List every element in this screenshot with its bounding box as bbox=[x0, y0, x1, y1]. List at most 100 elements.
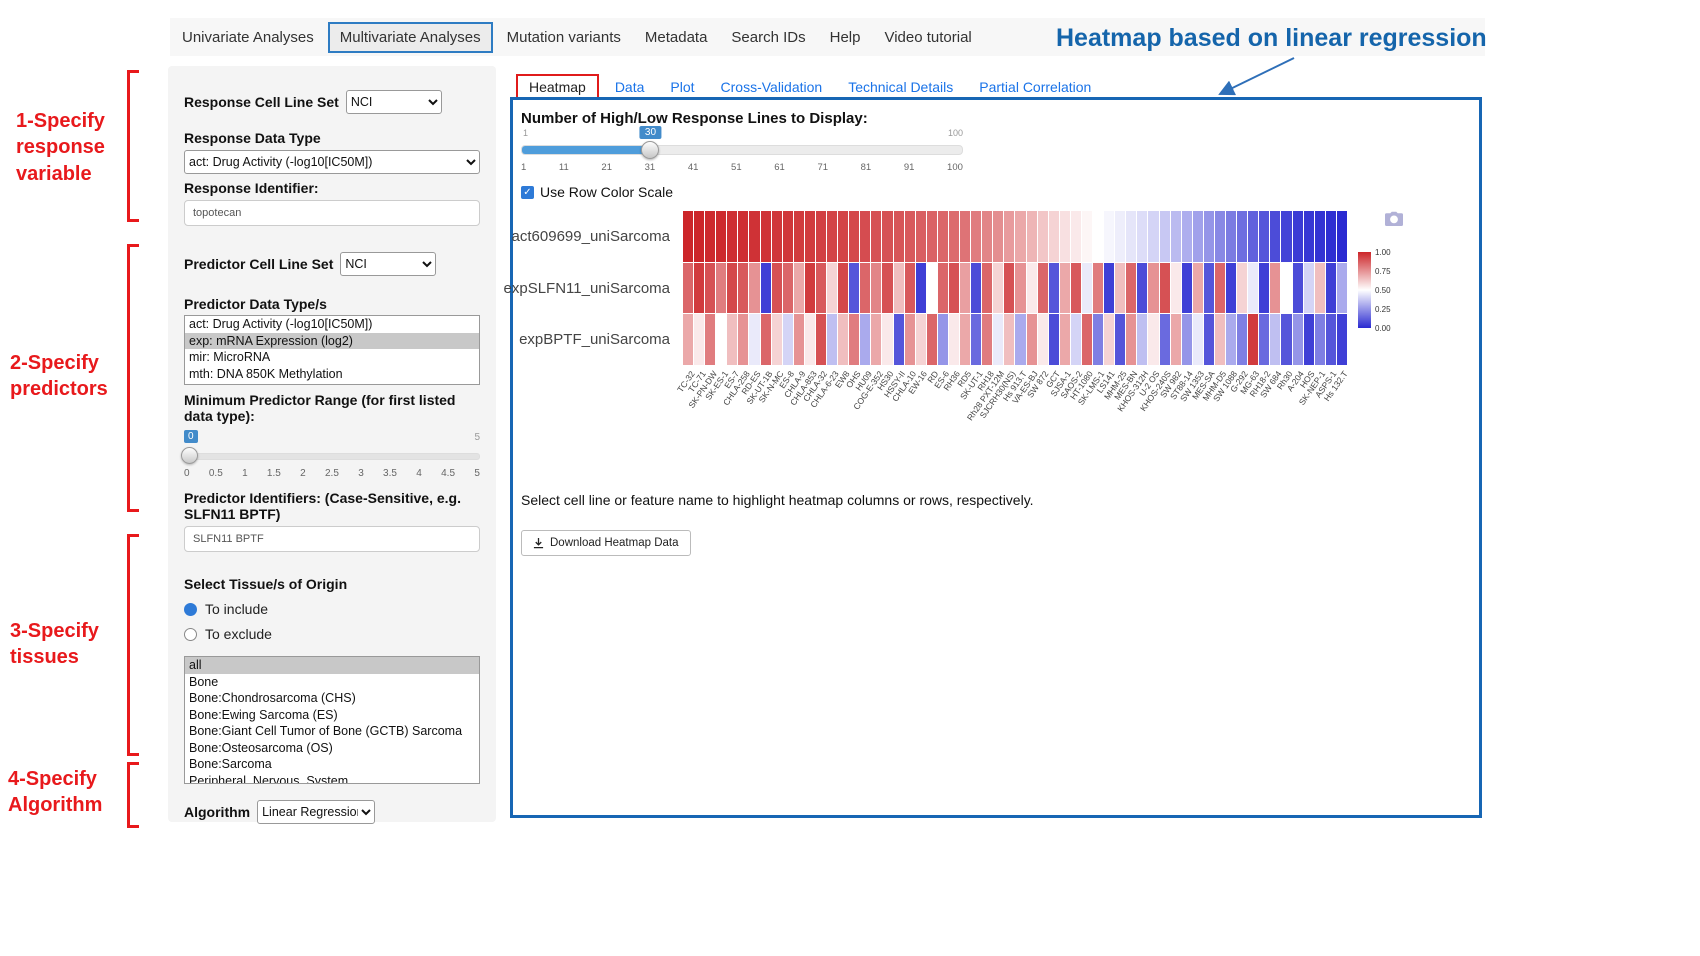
heatmap-cell[interactable] bbox=[1193, 314, 1203, 365]
heatmap-cell[interactable] bbox=[1093, 211, 1103, 262]
heatmap-cell[interactable] bbox=[1171, 263, 1181, 314]
heatmap-cell[interactable] bbox=[1315, 263, 1325, 314]
heatmap-cell[interactable] bbox=[783, 314, 793, 365]
heatmap-cell[interactable] bbox=[1126, 314, 1136, 365]
tissue-option[interactable]: Bone:Chondrosarcoma (CHS) bbox=[185, 690, 479, 707]
heatmap-cell[interactable] bbox=[772, 211, 782, 262]
heatmap-cell[interactable] bbox=[1337, 211, 1347, 262]
predictor-data-type-option[interactable]: act: Drug Activity (-log10[IC50M]) bbox=[185, 316, 479, 333]
heatmap-cell[interactable] bbox=[827, 211, 837, 262]
heatmap-cell[interactable] bbox=[916, 314, 926, 365]
tissue-option[interactable]: Bone:Giant Cell Tumor of Bone (GCTB) Sar… bbox=[185, 723, 479, 740]
heatmap-cell[interactable] bbox=[1171, 211, 1181, 262]
heatmap-cell[interactable] bbox=[1038, 263, 1048, 314]
heatmap-cell[interactable] bbox=[1182, 263, 1192, 314]
heatmap-cell[interactable] bbox=[1082, 263, 1092, 314]
heatmap-cell[interactable] bbox=[1015, 314, 1025, 365]
heatmap-cell[interactable] bbox=[827, 263, 837, 314]
heatmap-cell[interactable] bbox=[982, 211, 992, 262]
heatmap-cell[interactable] bbox=[1104, 211, 1114, 262]
heatmap-cell[interactable] bbox=[1171, 314, 1181, 365]
heatmap-cell[interactable] bbox=[894, 314, 904, 365]
heatmap-cell[interactable] bbox=[1126, 263, 1136, 314]
heatmap-cell[interactable] bbox=[1160, 263, 1170, 314]
heatmap-cell[interactable] bbox=[816, 314, 826, 365]
heatmap-cell[interactable] bbox=[1226, 211, 1236, 262]
heatmap-cell[interactable] bbox=[1071, 263, 1081, 314]
min-predictor-range-slider[interactable]: 0 5 00.511.522.533.544.55 bbox=[184, 430, 480, 484]
predictor-data-type-option[interactable]: mth: DNA 850K Methylation bbox=[185, 366, 479, 383]
heatmap-cell[interactable] bbox=[838, 263, 848, 314]
heatmap-cell[interactable] bbox=[761, 263, 771, 314]
heatmap-cell[interactable] bbox=[1326, 314, 1336, 365]
heatmap-cell[interactable] bbox=[1315, 211, 1325, 262]
heatmap-cell[interactable] bbox=[816, 263, 826, 314]
heatmap-cell[interactable] bbox=[982, 263, 992, 314]
heatmap-cell[interactable] bbox=[761, 314, 771, 365]
heatmap-cell[interactable] bbox=[949, 314, 959, 365]
response-cell-line-set-select[interactable]: NCI bbox=[346, 90, 442, 114]
heatmap-cell[interactable] bbox=[1248, 211, 1258, 262]
heatmap-cell[interactable] bbox=[1281, 314, 1291, 365]
heatmap-cell[interactable] bbox=[1015, 211, 1025, 262]
heatmap-cell[interactable] bbox=[1270, 211, 1280, 262]
heatmap-cell[interactable] bbox=[783, 263, 793, 314]
tissue-option[interactable]: all bbox=[185, 657, 479, 674]
heatmap-cell[interactable] bbox=[805, 314, 815, 365]
heatmap-cell[interactable] bbox=[849, 211, 859, 262]
heatmap-cell[interactable] bbox=[749, 314, 759, 365]
heatmap-cell[interactable] bbox=[1115, 314, 1125, 365]
heatmap-cell[interactable] bbox=[694, 314, 704, 365]
heatmap-cell[interactable] bbox=[794, 263, 804, 314]
heatmap-cell[interactable] bbox=[694, 211, 704, 262]
heatmap-cell[interactable] bbox=[993, 263, 1003, 314]
heatmap-cell[interactable] bbox=[1248, 314, 1258, 365]
heatmap-cell[interactable] bbox=[927, 263, 937, 314]
heatmap-cell[interactable] bbox=[1060, 211, 1070, 262]
heatmap-cell[interactable] bbox=[871, 314, 881, 365]
heatmap-cell[interactable] bbox=[838, 314, 848, 365]
heatmap-cell[interactable] bbox=[927, 211, 937, 262]
heatmap-cell[interactable] bbox=[1237, 211, 1247, 262]
heatmap-cell[interactable] bbox=[971, 263, 981, 314]
tissue-option[interactable]: Bone:Sarcoma bbox=[185, 756, 479, 773]
heatmap-cell[interactable] bbox=[905, 211, 915, 262]
heatmap-cell[interactable] bbox=[1304, 211, 1314, 262]
heatmap-cell[interactable] bbox=[1337, 263, 1347, 314]
heatmap-cell[interactable] bbox=[938, 263, 948, 314]
camera-icon[interactable] bbox=[1385, 211, 1403, 226]
heatmap-cell[interactable] bbox=[738, 263, 748, 314]
min-predictor-range-handle[interactable] bbox=[181, 447, 198, 464]
heatmap-cell[interactable] bbox=[1027, 263, 1037, 314]
heatmap-cell[interactable] bbox=[871, 211, 881, 262]
heatmap-cell[interactable] bbox=[816, 211, 826, 262]
heatmap-cell[interactable] bbox=[727, 263, 737, 314]
heatmap-cell[interactable] bbox=[1337, 314, 1347, 365]
predictor-data-type-option[interactable]: exp: mRNA Expression (log2) bbox=[185, 333, 479, 350]
heatmap-cell[interactable] bbox=[860, 211, 870, 262]
heatmap-cell[interactable] bbox=[882, 314, 892, 365]
heatmap-cell[interactable] bbox=[683, 314, 693, 365]
heatmap-cell[interactable] bbox=[1160, 211, 1170, 262]
heatmap-cell[interactable] bbox=[905, 263, 915, 314]
heatmap-cell[interactable] bbox=[749, 263, 759, 314]
heatmap-cell[interactable] bbox=[1049, 314, 1059, 365]
tissue-option[interactable]: Peripheral_Nervous_System bbox=[185, 773, 479, 785]
predictor-cell-line-set-select[interactable]: NCI bbox=[340, 252, 436, 276]
heatmap-cell[interactable] bbox=[1093, 314, 1103, 365]
heatmap-cell[interactable] bbox=[1193, 263, 1203, 314]
heatmap-cell[interactable] bbox=[1027, 211, 1037, 262]
heatmap-cell[interactable] bbox=[683, 211, 693, 262]
heatmap-cell[interactable] bbox=[960, 314, 970, 365]
heatmap-cell[interactable] bbox=[1004, 263, 1014, 314]
heatmap-cell[interactable] bbox=[1004, 211, 1014, 262]
heatmap-cell[interactable] bbox=[1326, 211, 1336, 262]
heatmap-cell[interactable] bbox=[1226, 314, 1236, 365]
heatmap-cell[interactable] bbox=[705, 211, 715, 262]
heatmap-cell[interactable] bbox=[949, 263, 959, 314]
heatmap-cell[interactable] bbox=[1226, 263, 1236, 314]
heatmap-cell[interactable] bbox=[1104, 263, 1114, 314]
heatmap-cell[interactable] bbox=[683, 263, 693, 314]
heatmap-cell[interactable] bbox=[1160, 314, 1170, 365]
heatmap-cell[interactable] bbox=[860, 314, 870, 365]
